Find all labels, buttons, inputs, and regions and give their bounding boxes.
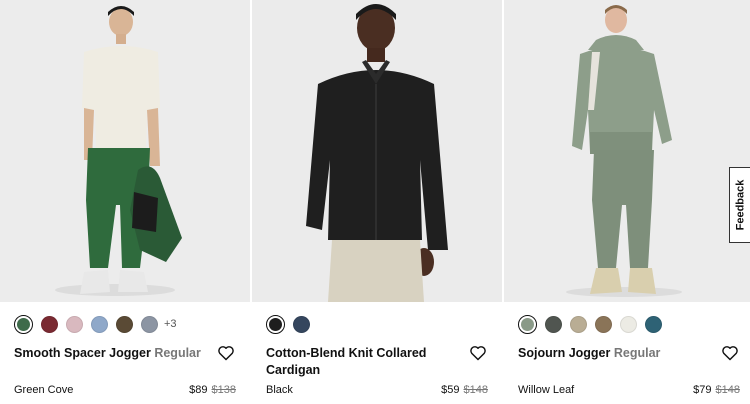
color-swatch[interactable] bbox=[620, 315, 637, 333]
product-price: $59 $148 bbox=[441, 384, 488, 396]
sale-price: $59 bbox=[441, 384, 460, 396]
product-color-name: Black bbox=[266, 384, 293, 396]
product-title[interactable]: Smooth Spacer Jogger Regular bbox=[14, 345, 214, 362]
feedback-label: Feedback bbox=[734, 179, 746, 231]
heart-outline-icon[interactable] bbox=[721, 345, 739, 361]
swatch-dot bbox=[269, 317, 282, 331]
original-price: $148 bbox=[715, 384, 740, 396]
original-price: $148 bbox=[463, 384, 488, 396]
color-swatch[interactable] bbox=[570, 315, 587, 333]
color-swatch[interactable] bbox=[293, 315, 310, 333]
color-swatch[interactable] bbox=[66, 315, 83, 333]
product-color-name: Willow Leaf bbox=[518, 384, 575, 396]
product-card[interactable]: +3 Smooth Spacer Jogger Regular Green Co… bbox=[0, 0, 250, 404]
product-name[interactable]: Sojourn Jogger bbox=[518, 346, 610, 360]
product-color-name: Green Cove bbox=[14, 384, 74, 396]
color-swatch[interactable] bbox=[116, 315, 133, 333]
sale-price: $89 bbox=[189, 384, 208, 396]
color-swatches: +3 bbox=[14, 314, 177, 334]
product-image[interactable] bbox=[252, 0, 502, 302]
heart-outline-icon[interactable] bbox=[217, 345, 235, 361]
product-name[interactable]: Cotton-Blend Knit Collared Cardigan bbox=[266, 346, 426, 377]
swatch-dot bbox=[521, 317, 534, 331]
heart-outline-icon[interactable] bbox=[469, 345, 487, 361]
color-swatch-selected[interactable] bbox=[266, 314, 285, 334]
product-image[interactable] bbox=[504, 0, 750, 302]
color-swatch[interactable] bbox=[91, 315, 108, 333]
color-swatch[interactable] bbox=[645, 315, 662, 333]
swatch-dot bbox=[17, 317, 30, 331]
more-colors-link[interactable]: +3 bbox=[164, 318, 177, 330]
color-swatch-selected[interactable] bbox=[518, 314, 537, 334]
product-grid: +3 Smooth Spacer Jogger Regular Green Co… bbox=[0, 0, 750, 404]
product-price: $89 $138 bbox=[189, 384, 236, 396]
color-swatch[interactable] bbox=[141, 315, 158, 333]
original-price: $138 bbox=[211, 384, 236, 396]
color-swatches bbox=[518, 314, 662, 334]
feedback-tab[interactable]: Feedback bbox=[729, 167, 750, 243]
color-swatch[interactable] bbox=[595, 315, 612, 333]
product-fit: Regular bbox=[613, 346, 661, 360]
product-name[interactable]: Smooth Spacer Jogger bbox=[14, 346, 151, 360]
product-title[interactable]: Cotton-Blend Knit Collared Cardigan bbox=[266, 345, 466, 379]
sale-price: $79 bbox=[693, 384, 712, 396]
product-image[interactable] bbox=[0, 0, 250, 302]
product-card[interactable]: Sojourn Jogger Regular Willow Leaf $79 $1… bbox=[504, 0, 750, 404]
color-swatch[interactable] bbox=[545, 315, 562, 333]
color-swatch[interactable] bbox=[41, 315, 58, 333]
product-fit: Regular bbox=[154, 346, 201, 360]
product-title[interactable]: Sojourn Jogger Regular bbox=[518, 345, 718, 362]
product-price: $79 $148 bbox=[693, 384, 740, 396]
color-swatches bbox=[266, 314, 310, 334]
product-card[interactable]: Cotton-Blend Knit Collared Cardigan Blac… bbox=[252, 0, 502, 404]
color-swatch-selected[interactable] bbox=[14, 314, 33, 334]
